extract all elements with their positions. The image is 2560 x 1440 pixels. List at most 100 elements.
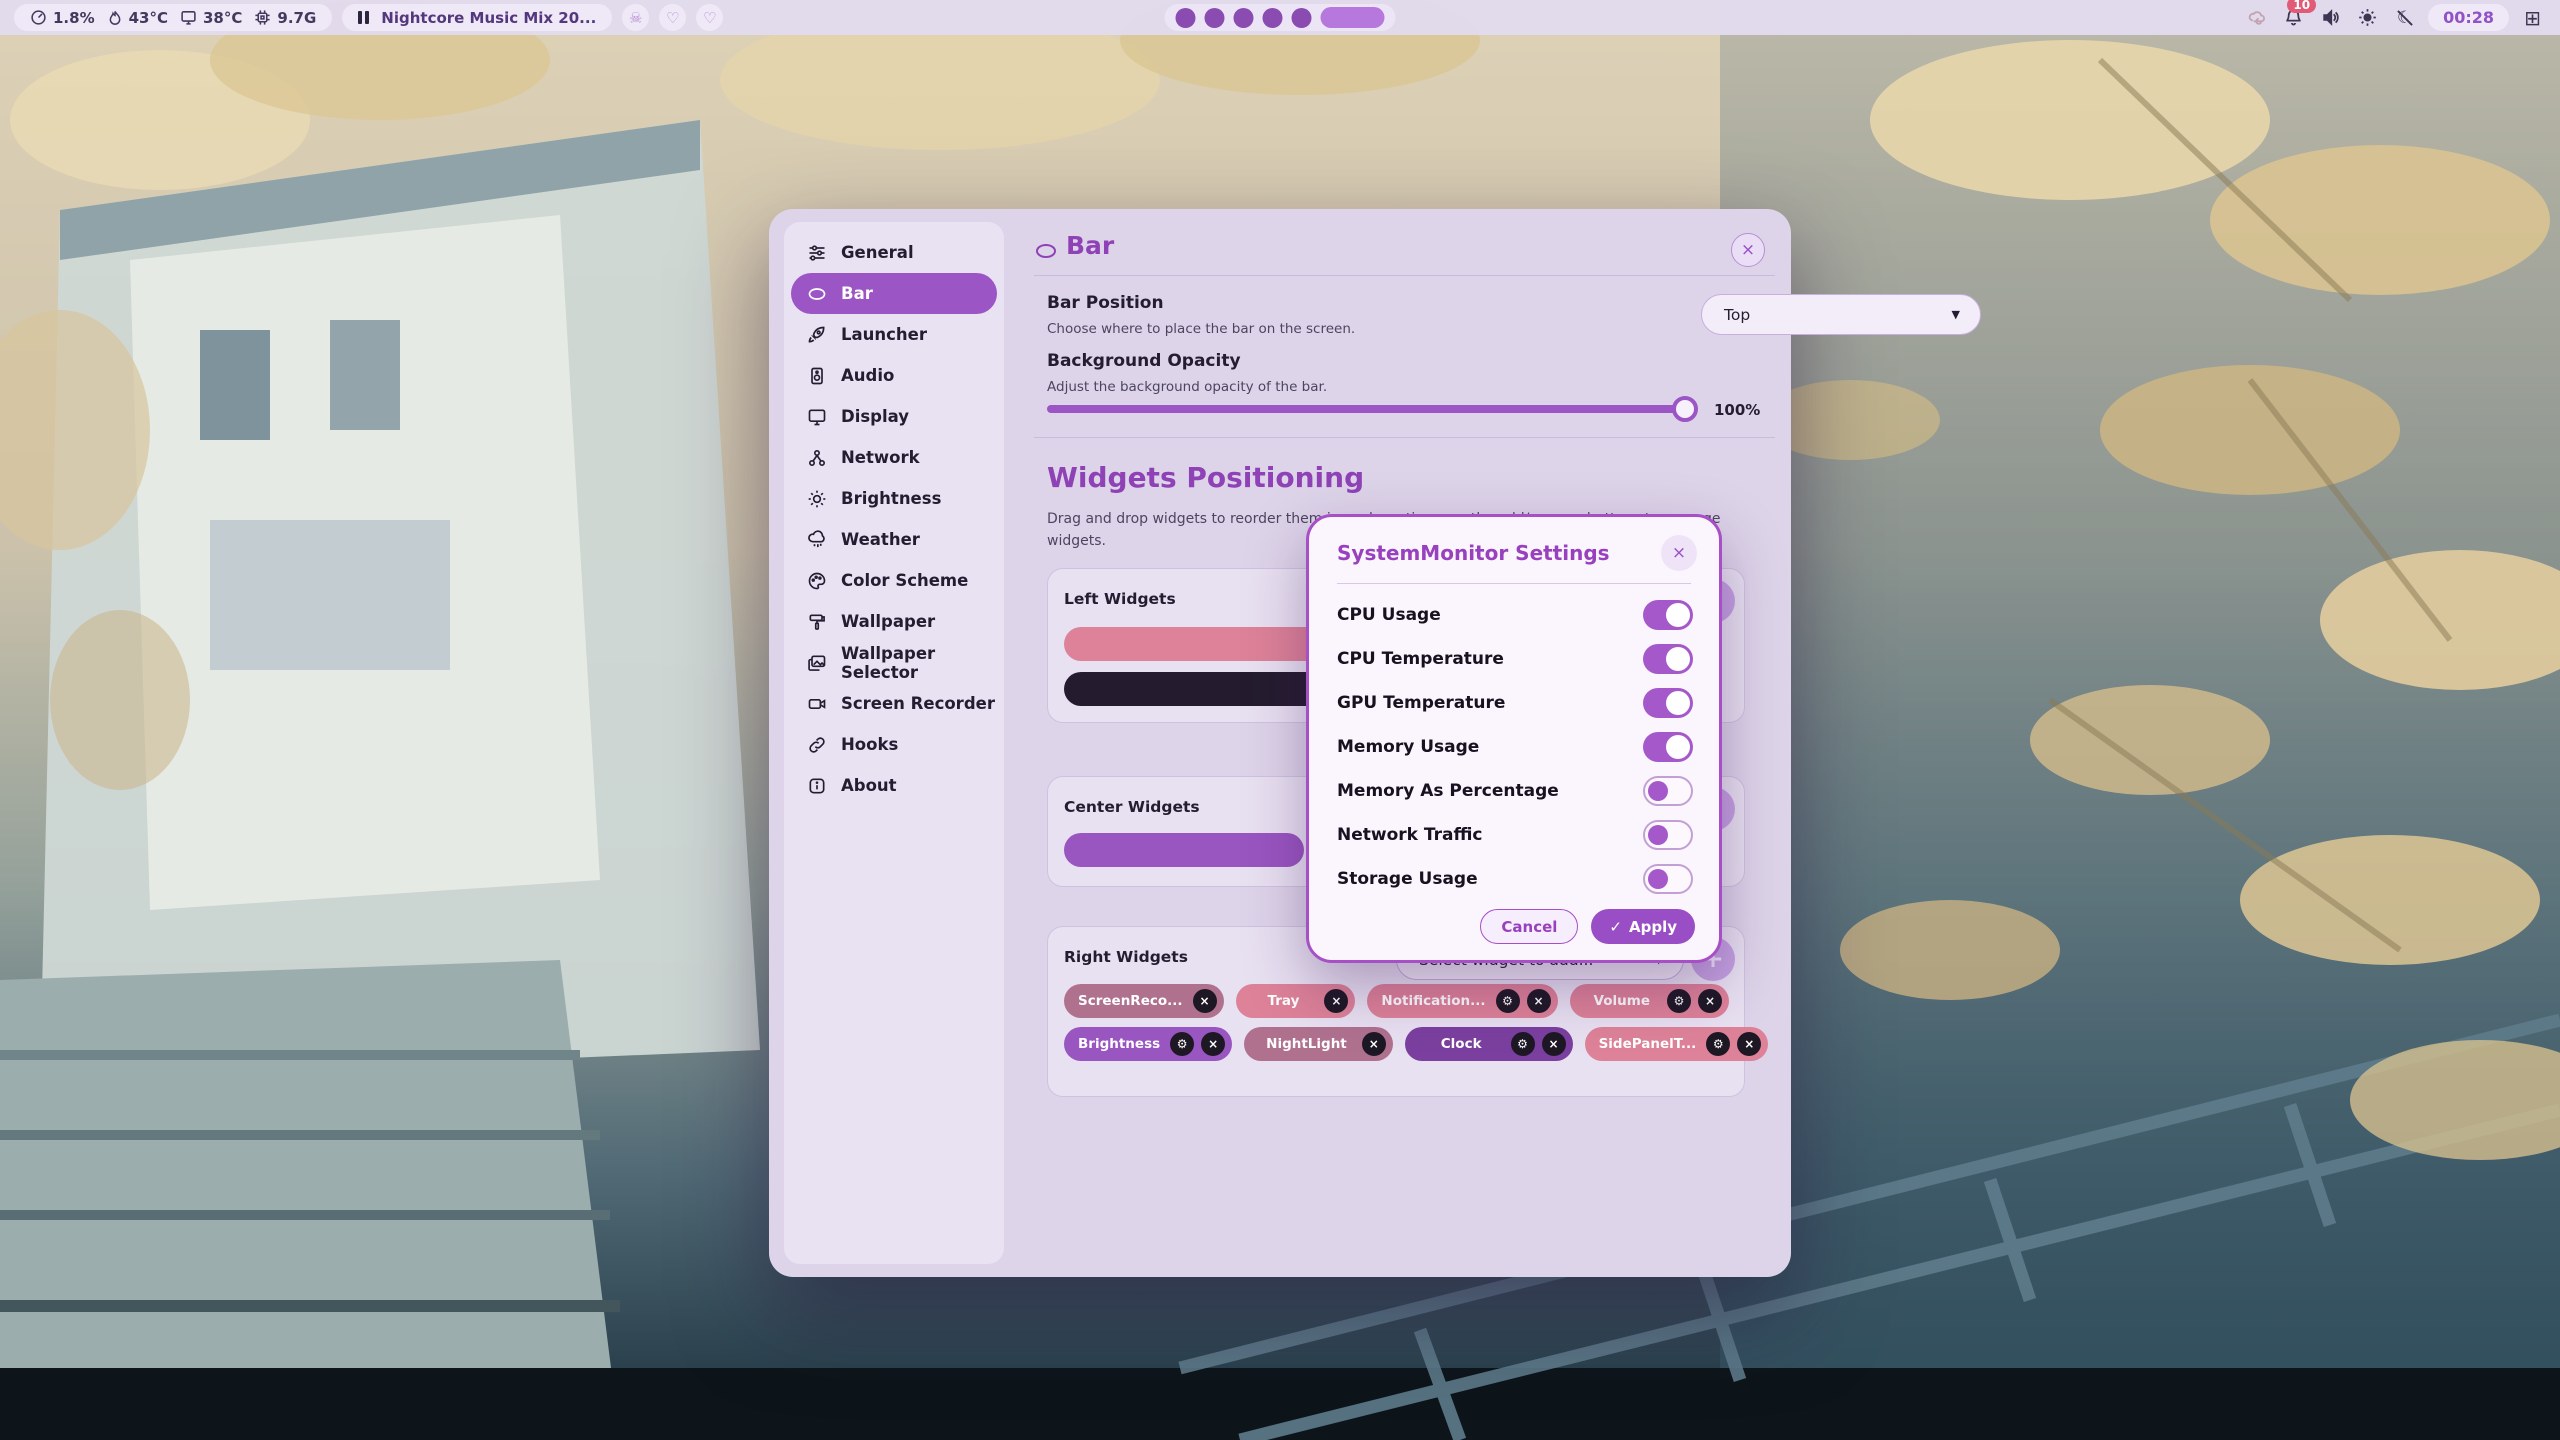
memory-as-percentage-toggle[interactable] xyxy=(1643,776,1693,806)
widget-chip[interactable]: SidePanelT... ⚙ × xyxy=(1585,1027,1769,1061)
sidebar-item-about[interactable]: About xyxy=(791,765,997,806)
remove-icon[interactable]: × xyxy=(1737,1032,1761,1056)
flame-icon xyxy=(107,9,123,26)
cpu-usage-toggle[interactable] xyxy=(1643,600,1693,630)
widget-chip[interactable] xyxy=(1064,833,1304,867)
workspace-dot[interactable] xyxy=(1205,8,1225,28)
remove-icon[interactable]: × xyxy=(1362,1032,1386,1056)
gallery-icon xyxy=(807,653,827,673)
sidebar-item-audio[interactable]: Audio xyxy=(791,355,997,396)
storage-usage-toggle[interactable] xyxy=(1643,864,1693,894)
section-label: Center Widgets xyxy=(1064,798,1200,816)
bar-position-description: Choose where to place the bar on the scr… xyxy=(1047,321,1355,337)
notifications-bell-icon[interactable]: 10 xyxy=(2280,4,2307,31)
settings-sidebar: General Bar Launcher Audio Display Netwo… xyxy=(784,222,1004,1264)
heart-icon[interactable]: ♡ xyxy=(659,4,686,31)
memory-stat: 9.7G xyxy=(254,9,316,27)
widgets-positioning-title: Widgets Positioning xyxy=(1047,461,1364,494)
widget-chip[interactable]: ScreenReco... × xyxy=(1064,984,1224,1018)
workspace-dot[interactable] xyxy=(1234,8,1254,28)
chip-icon xyxy=(254,9,271,26)
sidebar-item-color-scheme[interactable]: Color Scheme xyxy=(791,560,997,601)
sidebar-item-screen-recorder[interactable]: Screen Recorder xyxy=(791,683,997,724)
widget-chip[interactable]: Clock ⚙ × xyxy=(1405,1027,1573,1061)
close-icon[interactable]: × xyxy=(1661,535,1697,571)
pause-icon[interactable] xyxy=(358,11,369,24)
network-traffic-toggle[interactable] xyxy=(1643,820,1693,850)
sidebar-item-launcher[interactable]: Launcher xyxy=(791,314,997,355)
workspace-dot[interactable] xyxy=(1263,8,1283,28)
workspace-dot[interactable] xyxy=(1176,8,1196,28)
remove-icon[interactable]: × xyxy=(1698,989,1722,1013)
widget-chip[interactable]: Tray × xyxy=(1236,984,1356,1018)
remove-icon[interactable]: × xyxy=(1527,989,1551,1013)
close-icon[interactable]: × xyxy=(1731,233,1765,267)
gpu-temperature-toggle[interactable] xyxy=(1643,688,1693,718)
sidebar-item-display[interactable]: Display xyxy=(791,396,997,437)
memory-usage-toggle[interactable] xyxy=(1643,732,1693,762)
sidebar-item-general[interactable]: General xyxy=(791,232,997,273)
bar-pill-icon xyxy=(1034,239,1058,267)
gauge-icon xyxy=(30,9,47,26)
toggle-row-memory-usage: Memory Usage xyxy=(1337,725,1693,769)
cpu-temperature-toggle[interactable] xyxy=(1643,644,1693,674)
sidebar-item-wallpaper[interactable]: Wallpaper xyxy=(791,601,997,642)
bar-position-dropdown[interactable]: Top ▼ xyxy=(1701,294,1981,335)
widget-chip[interactable]: NightLight × xyxy=(1244,1027,1393,1061)
grid-plus-icon[interactable]: ⊞ xyxy=(2519,4,2546,31)
opacity-slider[interactable] xyxy=(1047,405,1693,413)
network-icon xyxy=(807,448,827,468)
gear-icon[interactable]: ⚙ xyxy=(1511,1032,1535,1056)
toggle-row-cpu-usage: CPU Usage xyxy=(1337,593,1693,637)
page-title: Bar xyxy=(1066,231,1114,260)
toggle-row-network-traffic: Network Traffic xyxy=(1337,813,1693,857)
workspace-active-pill[interactable] xyxy=(1321,7,1385,28)
section-label: Left Widgets xyxy=(1064,590,1176,608)
paint-roller-icon xyxy=(807,612,827,632)
nightlight-moon-off-icon[interactable]: ☾ xyxy=(2391,4,2418,31)
modal-title: SystemMonitor Settings xyxy=(1337,541,1610,565)
divider xyxy=(1337,583,1691,584)
gear-icon[interactable]: ⚙ xyxy=(1496,989,1520,1013)
gear-icon[interactable]: ⚙ xyxy=(1667,989,1691,1013)
widget-chip[interactable]: Brightness ⚙ × xyxy=(1064,1027,1232,1061)
remove-icon[interactable]: × xyxy=(1201,1032,1225,1056)
apply-button[interactable]: ✓ Apply xyxy=(1591,909,1695,944)
media-player-pill[interactable]: Nightcore Music Mix 20... xyxy=(342,4,612,31)
sidebar-item-brightness[interactable]: Brightness xyxy=(791,478,997,519)
heart-icon[interactable]: ♡ xyxy=(696,4,723,31)
cpu-temp-stat: 43°C xyxy=(107,9,168,27)
widget-chip[interactable]: Volume ⚙ × xyxy=(1570,984,1729,1018)
workspace-dot[interactable] xyxy=(1292,8,1312,28)
speaker-icon[interactable] xyxy=(2317,4,2344,31)
sidebar-item-bar[interactable]: Bar xyxy=(791,273,997,314)
settings-main: Bar × Bar Position Choose where to place… xyxy=(1004,209,1791,1277)
sidebar-item-network[interactable]: Network xyxy=(791,437,997,478)
bar-position-label: Bar Position xyxy=(1047,293,1164,313)
sidebar-item-wallpaper-selector[interactable]: Wallpaper Selector xyxy=(791,642,997,683)
gear-icon[interactable]: ⚙ xyxy=(1170,1032,1194,1056)
cancel-button[interactable]: Cancel xyxy=(1480,909,1578,944)
monitor-icon xyxy=(807,407,827,427)
notification-count-badge: 10 xyxy=(2287,0,2316,13)
toggle-row-memory-as-percentage: Memory As Percentage xyxy=(1337,769,1693,813)
background-opacity-description: Adjust the background opacity of the bar… xyxy=(1047,379,1327,395)
skull-icon[interactable]: ☠ xyxy=(622,4,649,31)
brightness-sun-icon[interactable] xyxy=(2354,4,2381,31)
toggle-row-gpu-temperature: GPU Temperature xyxy=(1337,681,1693,725)
weather-icon[interactable] xyxy=(2243,4,2270,31)
remove-icon[interactable]: × xyxy=(1542,1032,1566,1056)
sidebar-item-weather[interactable]: Weather xyxy=(791,519,997,560)
divider xyxy=(1034,437,1775,438)
clock[interactable]: 00:28 xyxy=(2428,4,2509,31)
remove-icon[interactable]: × xyxy=(1193,989,1217,1013)
video-camera-icon xyxy=(807,694,827,714)
settings-window: General Bar Launcher Audio Display Netwo… xyxy=(769,209,1791,1277)
gear-icon[interactable]: ⚙ xyxy=(1706,1032,1730,1056)
widget-chip[interactable]: Notification... ⚙ × xyxy=(1367,984,1557,1018)
sidebar-item-hooks[interactable]: Hooks xyxy=(791,724,997,765)
opacity-slider-knob[interactable] xyxy=(1672,396,1698,422)
rocket-icon xyxy=(807,325,827,345)
link-icon xyxy=(807,735,827,755)
remove-icon[interactable]: × xyxy=(1324,989,1348,1013)
